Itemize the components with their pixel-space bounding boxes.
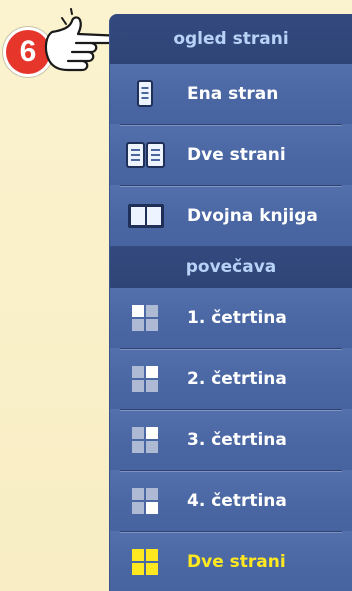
two-pages-icon bbox=[124, 140, 168, 170]
menu-item-label: 1. četrtina bbox=[187, 308, 287, 328]
menu-item-label: Dve strani bbox=[187, 144, 286, 165]
menu-item-quarter-2[interactable]: 2. četrtina bbox=[110, 348, 352, 409]
menu-item-two-pages[interactable]: Dve strani bbox=[110, 124, 352, 185]
quarter-4-icon bbox=[124, 486, 168, 516]
double-book-icon bbox=[124, 201, 168, 231]
quarter-3-icon bbox=[124, 425, 168, 455]
menu-item-quarter-4[interactable]: 4. četrtina bbox=[110, 470, 352, 531]
single-page-icon bbox=[124, 79, 168, 109]
section-title: povečava bbox=[185, 257, 277, 277]
menu-item-label: Dve strani bbox=[187, 551, 286, 572]
view-options-panel: ogled strani Ena stran Dve strani Dvojna… bbox=[110, 14, 352, 591]
section-header-zoom: povečava bbox=[110, 246, 352, 288]
quarter-1-icon bbox=[124, 303, 168, 333]
zoom-two-pages-icon bbox=[124, 547, 168, 577]
menu-item-zoom-two-pages[interactable]: Dve strani bbox=[110, 531, 352, 591]
quarter-2-icon bbox=[124, 364, 168, 394]
menu-item-quarter-1[interactable]: 1. četrtina bbox=[110, 288, 352, 348]
menu-item-label: Ena stran bbox=[187, 84, 279, 104]
menu-item-quarter-3[interactable]: 3. četrtina bbox=[110, 409, 352, 470]
section-title: ogled strani bbox=[173, 29, 289, 49]
menu-item-label: 2. četrtina bbox=[187, 368, 287, 389]
menu-item-single-page[interactable]: Ena stran bbox=[110, 64, 352, 124]
menu-item-double-book[interactable]: Dvojna knjiga bbox=[110, 185, 352, 246]
menu-item-label: Dvojna knjiga bbox=[187, 205, 318, 226]
section-header-page-view: ogled strani bbox=[110, 14, 352, 64]
menu-item-label: 4. četrtina bbox=[187, 490, 287, 511]
menu-item-label: 3. četrtina bbox=[187, 429, 287, 450]
